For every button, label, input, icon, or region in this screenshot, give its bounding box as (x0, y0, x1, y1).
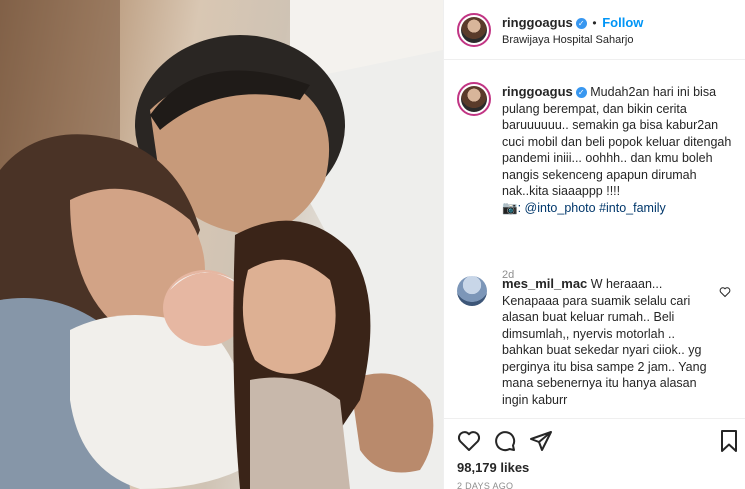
likes-count[interactable]: 98,179 likes (457, 460, 529, 475)
comment-body: W heraaan... Kenapaaa para suamik selalu… (502, 277, 707, 407)
verified-badge-icon: ✓ (575, 18, 587, 30)
verified-badge-icon: ✓ (575, 87, 587, 99)
follow-button[interactable]: Follow (602, 15, 643, 30)
comment-icon[interactable] (493, 429, 517, 453)
commenter-avatar[interactable] (457, 276, 487, 306)
family-photo-illustration (0, 0, 443, 489)
commenter-username[interactable]: mes_mil_mac (502, 276, 587, 291)
camera-icon: 📷 (502, 200, 518, 215)
post-side-panel: ringgoagus ✓ • Follow Brawijaya Hospital … (443, 0, 745, 489)
author-username[interactable]: ringgoagus (502, 15, 573, 30)
bookmark-icon[interactable] (717, 429, 741, 453)
caption-username[interactable]: ringgoagus (502, 84, 573, 99)
post-photo[interactable] (0, 0, 443, 489)
separator-dot: • (592, 16, 597, 30)
post-date: 2 DAYS AGO (457, 481, 514, 489)
author-avatar[interactable] (457, 13, 491, 47)
comment-like-heart-icon[interactable] (719, 286, 731, 298)
post-actions-bar: 98,179 likes 2 DAYS AGO (444, 418, 745, 489)
caption-body: Mudah2an hari ini bisa pulang berempat, … (502, 85, 732, 198)
paper-plane-icon[interactable] (529, 429, 553, 453)
post-location[interactable]: Brawijaya Hospital Saharjo (502, 34, 633, 46)
caption-text-block: ringgoagus ✓ Mudah2an hari ini bisa pulan… (502, 84, 740, 216)
comment-text-block: mes_mil_mac W heraaan... Kenapaaa para s… (502, 276, 716, 408)
caption-tags[interactable]: : @into_photo #into_family (518, 201, 666, 215)
post-header: ringgoagus ✓ • Follow Brawijaya Hospital … (444, 0, 745, 60)
heart-icon[interactable] (457, 429, 481, 453)
caption-author-avatar[interactable] (457, 82, 491, 116)
author-line: ringgoagus ✓ • Follow (502, 15, 643, 30)
comments-list[interactable]: ringgoagus ✓ Mudah2an hari ini bisa pulan… (444, 60, 745, 418)
